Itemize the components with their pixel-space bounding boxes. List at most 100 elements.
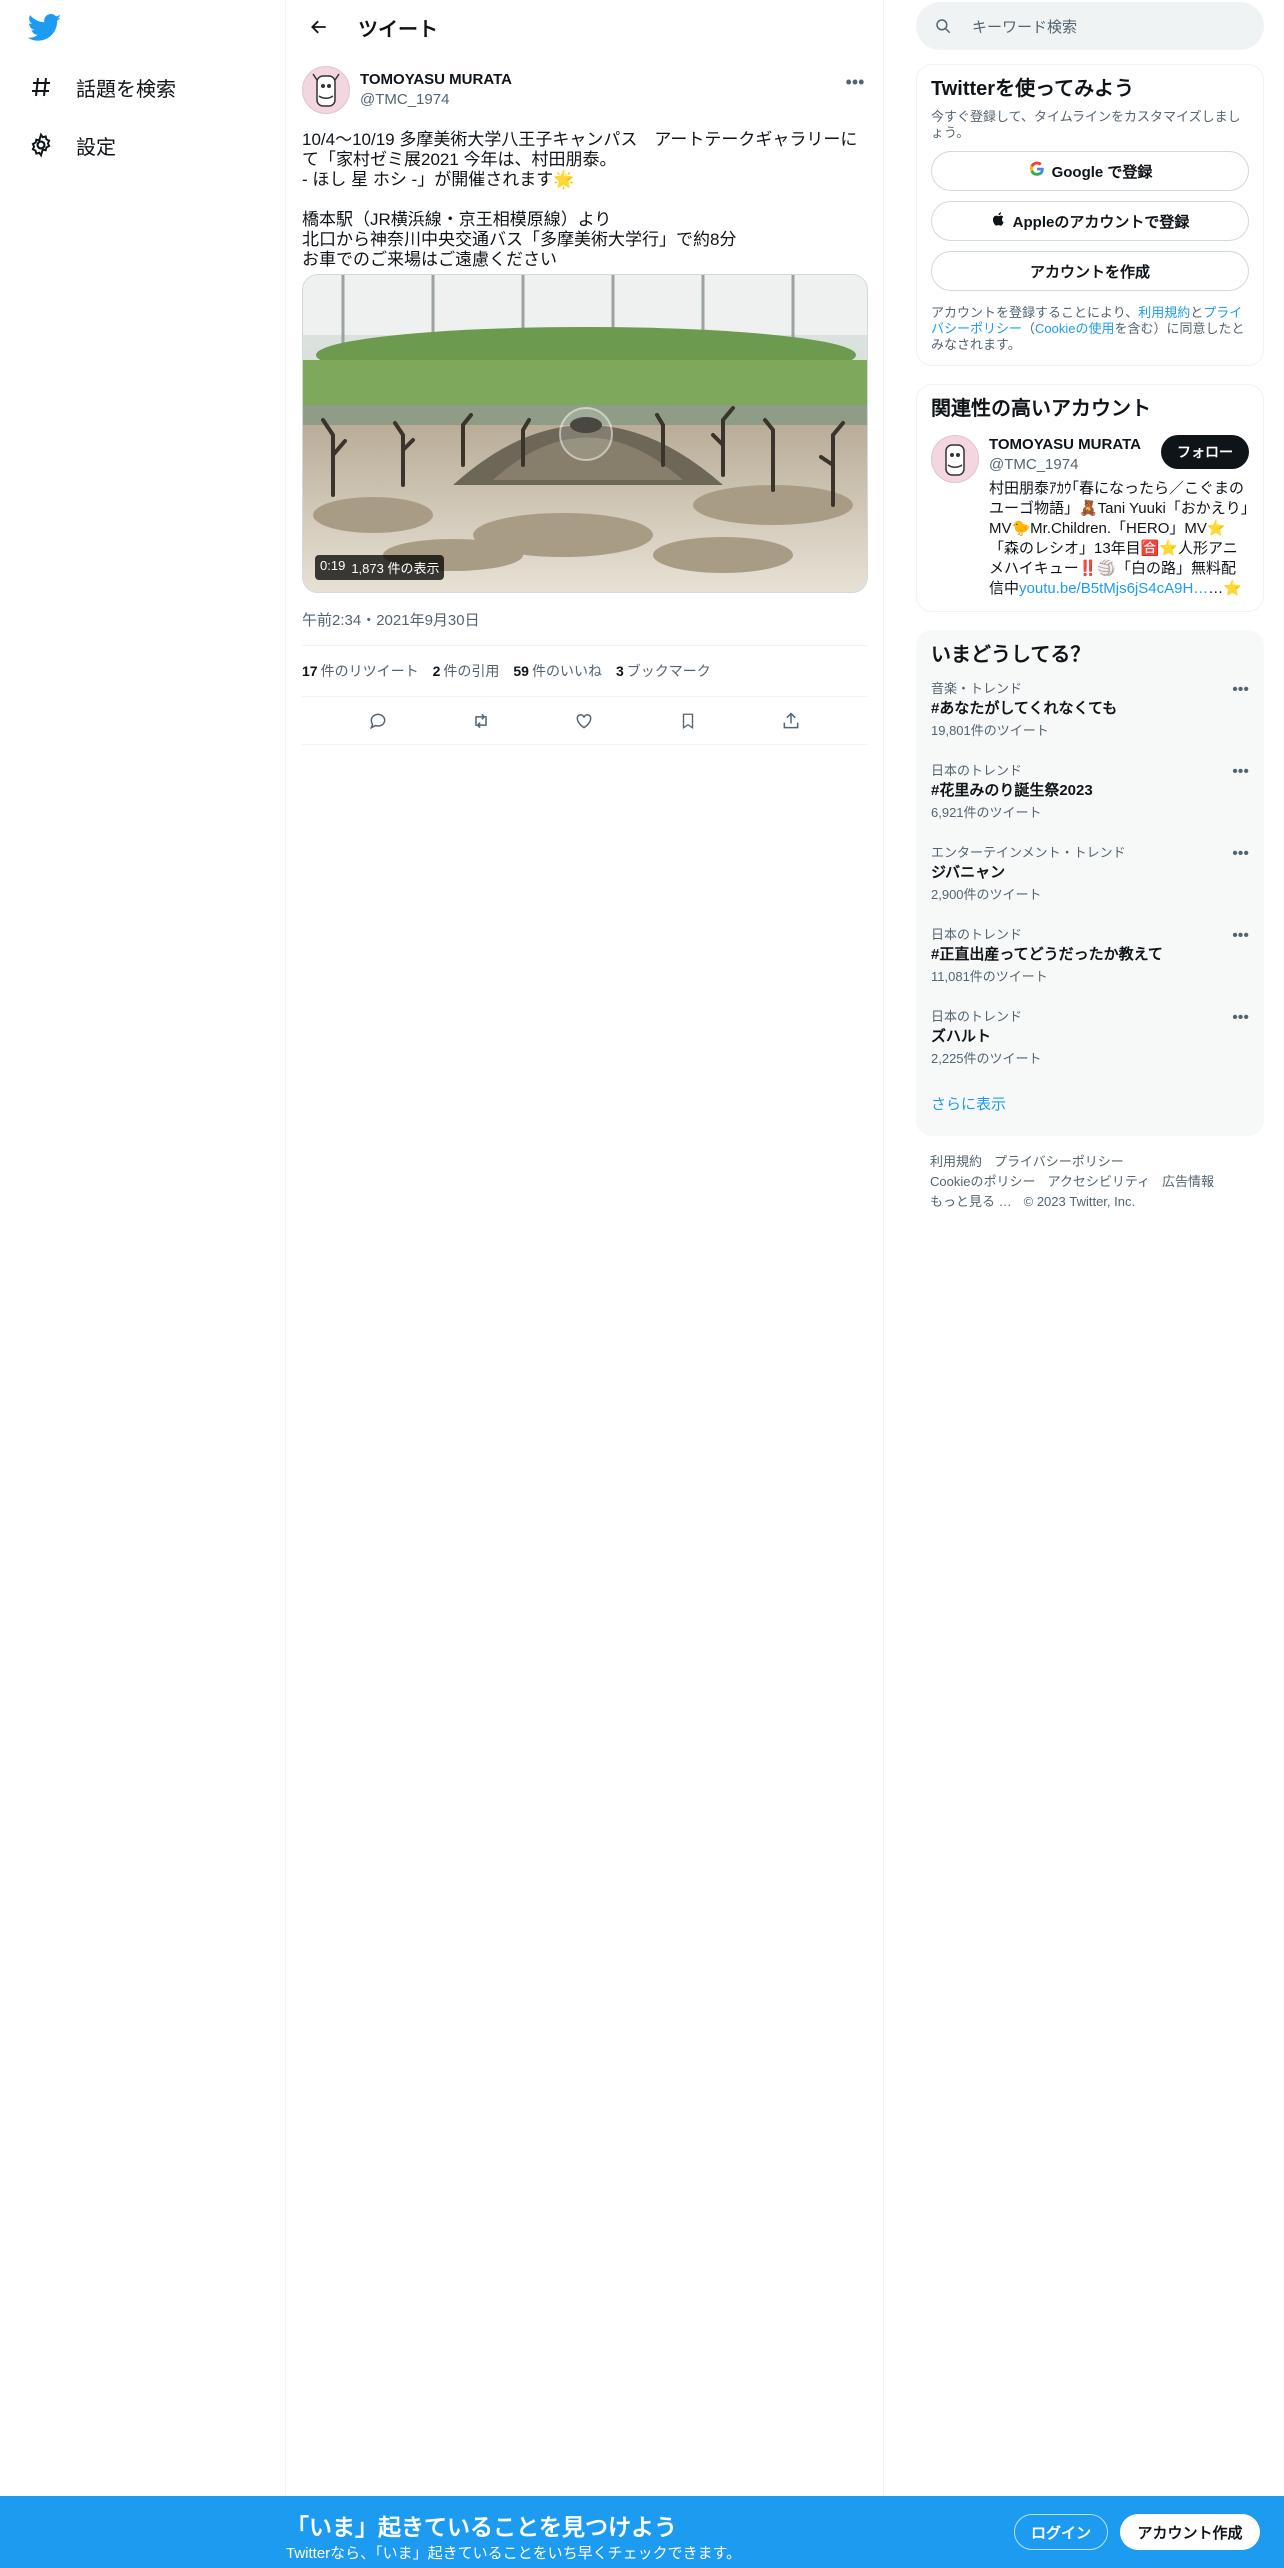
tweet-timestamp[interactable]: 午前2:34・2021年9月30日 xyxy=(302,609,867,629)
search-input[interactable]: キーワード検索 xyxy=(972,16,1077,37)
trend-list: 音楽・トレンド #あなたがしてくれなくても 19,801件のツイート ••• 日本のトレ… xyxy=(931,671,1249,1081)
bookmark-label: ブックマーク xyxy=(626,663,711,679)
trend-title: #正直出産ってどうだったか教えて xyxy=(931,946,1163,963)
trend-context: 日本のトレンド xyxy=(931,927,1023,942)
bio-link[interactable]: youtu.be/B5tMjs6jS4cA9H… xyxy=(1019,580,1208,597)
follow-button[interactable]: フォロー xyxy=(1161,435,1249,469)
trend-item[interactable]: 日本のトレンド ズハルト 2,225件のツイート ••• xyxy=(931,999,1249,1081)
apple-signup-button[interactable]: Appleのアカウントで登録 xyxy=(931,201,1249,241)
retweet-label: 件のリツイート xyxy=(320,663,419,679)
trend-title: #花里みのり誕生祭2023 xyxy=(931,782,1093,799)
author-name: TOMOYASU MURATA xyxy=(360,71,512,88)
cookie-link[interactable]: Cookieの使用 xyxy=(1035,321,1114,336)
tweet-stats: 17 件のリツイート 2 件の引用 59 件のいいね 3 ブックマーク xyxy=(302,645,867,697)
footer-terms[interactable]: 利用規約 xyxy=(930,1154,982,1169)
login-button[interactable]: ログイン xyxy=(1014,2514,1108,2550)
main-column: ツイート TOMOYASU MURATA @TMC_1974 ••• 10/4〜… xyxy=(286,0,884,2496)
gear-icon xyxy=(26,130,56,160)
trend-item[interactable]: エンターテインメント・トレンド ジバニャン 2,900件のツイート ••• xyxy=(931,835,1249,917)
google-signup-button[interactable]: Google で登録 xyxy=(931,151,1249,191)
bookmark-count: 3 xyxy=(615,663,624,679)
related-avatar[interactable] xyxy=(931,435,979,483)
related-title: 関連性の高いアカウント xyxy=(931,398,1151,420)
page-title: ツイート xyxy=(358,18,438,41)
twitter-logo-icon[interactable] xyxy=(27,14,62,44)
related-accounts-card: 関連性の高いアカウント TOMOYASU MURATA @TMC_1974 村田… xyxy=(916,384,1264,612)
reply-icon[interactable] xyxy=(361,704,395,738)
signup-subtitle: 今すぐ登録して、タイムラインをカスタマイズしましょう。 xyxy=(931,109,1241,140)
trend-count: 6,921件のツイート xyxy=(931,805,1042,820)
like-count: 59 xyxy=(513,663,529,679)
trend-context: 音楽・トレンド xyxy=(931,681,1023,696)
bookmark-icon[interactable] xyxy=(671,704,705,738)
legal-paren: （ xyxy=(1022,321,1036,336)
footer-privacy[interactable]: プライバシーポリシー xyxy=(994,1154,1124,1169)
trend-more-icon[interactable]: ••• xyxy=(1232,681,1249,699)
bottom-bar-title: 「いま」起きていることを見つけよう xyxy=(286,2514,677,2540)
legal-prefix: アカウントを登録することにより、 xyxy=(931,305,1139,320)
footer-more[interactable]: もっと見る … xyxy=(930,1194,1012,1209)
trend-more-icon[interactable]: ••• xyxy=(1232,1009,1249,1027)
trend-more-icon[interactable]: ••• xyxy=(1232,763,1249,781)
trend-more-icon[interactable]: ••• xyxy=(1232,927,1249,945)
show-more-link[interactable]: さらに表示 xyxy=(931,1087,1249,1123)
footer-links: 利用規約 プライバシーポリシー Cookieのポリシー アクセシビリティ 広告情報 も… xyxy=(916,1152,1264,1212)
create-account-label: アカウントを作成 xyxy=(1029,263,1150,281)
search-box[interactable]: キーワード検索 xyxy=(916,2,1264,50)
trend-count: 2,900件のツイート xyxy=(931,887,1042,902)
video-views: 1,873 件の表示 xyxy=(351,561,440,576)
trends-card: いまどうしてる？ 音楽・トレンド #あなたがしてくれなくても 19,801件のツイー… xyxy=(916,630,1264,1136)
trend-context: 日本のトレンド xyxy=(931,763,1023,778)
tweet: TOMOYASU MURATA @TMC_1974 ••• 10/4〜10/19… xyxy=(286,54,883,745)
avatar[interactable] xyxy=(302,66,350,114)
signup-title: Twitterを使ってみよう xyxy=(931,78,1135,100)
signup-legal: アカウントを登録することにより、利用規約とプライバシーポリシー（Cookieの使… xyxy=(931,305,1249,353)
trend-item[interactable]: 音楽・トレンド #あなたがしてくれなくても 19,801件のツイート ••• xyxy=(931,671,1249,753)
bottom-bar-subtitle: Twitterなら、「いま」起きていることをいち早くチェックできます。 xyxy=(286,2545,742,2562)
apple-icon xyxy=(991,210,1007,232)
trend-context: エンターテインメント・トレンド xyxy=(931,845,1126,860)
nav-explore[interactable]: 話題を検索 xyxy=(26,62,176,112)
retweet-icon[interactable] xyxy=(464,704,498,738)
bottom-signup-bar: 「いま」起きていることを見つけよう Twitterなら、「いま」起きていることを… xyxy=(0,2496,1284,2568)
footer-cookie[interactable]: Cookieのポリシー xyxy=(930,1174,1035,1189)
bio-tail: …⭐ xyxy=(1208,580,1242,597)
like-icon[interactable] xyxy=(567,704,601,738)
terms-link[interactable]: 利用規約 xyxy=(1138,305,1190,320)
footer-copyright: © 2023 Twitter, Inc. xyxy=(1023,1194,1136,1209)
tweet-video[interactable]: 0:19 1,873 件の表示 xyxy=(302,274,868,593)
video-duration: 0:19 xyxy=(320,558,346,573)
back-arrow-icon[interactable] xyxy=(302,10,336,44)
main-header: ツイート xyxy=(286,0,883,54)
signup-button[interactable]: アカウント作成 xyxy=(1120,2514,1260,2550)
search-icon xyxy=(934,17,952,35)
tweet-author[interactable]: TOMOYASU MURATA @TMC_1974 ••• xyxy=(302,64,867,116)
related-account[interactable]: TOMOYASU MURATA @TMC_1974 村田朋泰ｱｶｳ｢春になったら… xyxy=(931,435,1249,599)
apple-signup-label: Appleのアカウントで登録 xyxy=(1012,213,1190,231)
google-signup-label: Google で登録 xyxy=(1051,163,1153,181)
trend-title: ジバニャン xyxy=(931,864,1006,881)
trend-item[interactable]: 日本のトレンド #正直出産ってどうだったか教えて 11,081件のツイート ••• xyxy=(931,917,1249,999)
nav-settings-label: 設定 xyxy=(76,136,116,159)
footer-accessibility[interactable]: アクセシビリティ xyxy=(1047,1174,1150,1189)
trends-title: いまどうしてる？ xyxy=(931,644,1091,666)
trend-context: 日本のトレンド xyxy=(931,1009,1023,1024)
author-handle: @TMC_1974 xyxy=(360,91,450,108)
trend-item[interactable]: 日本のトレンド #花里みのり誕生祭2023 6,921件のツイート ••• xyxy=(931,753,1249,835)
tweet-actions xyxy=(302,697,867,745)
quote-stat[interactable]: 2 件の引用 xyxy=(433,661,500,681)
retweet-stat[interactable]: 17 件のリツイート xyxy=(302,661,419,681)
like-stat[interactable]: 59 件のいいね xyxy=(513,661,602,681)
trend-title: ズハルト xyxy=(931,1028,992,1045)
trend-more-icon[interactable]: ••• xyxy=(1232,845,1249,863)
create-account-button[interactable]: アカウントを作成 xyxy=(931,251,1249,291)
bookmark-stat[interactable]: 3 ブックマーク xyxy=(616,661,711,681)
retweet-count: 17 xyxy=(302,663,318,679)
more-icon[interactable]: ••• xyxy=(843,72,867,92)
share-icon[interactable] xyxy=(774,704,808,738)
google-icon xyxy=(1028,160,1046,182)
quote-count: 2 xyxy=(432,663,441,679)
video-thumbnail xyxy=(303,275,867,592)
footer-ads[interactable]: 広告情報 xyxy=(1162,1174,1214,1189)
nav-settings[interactable]: 設定 xyxy=(26,120,116,170)
